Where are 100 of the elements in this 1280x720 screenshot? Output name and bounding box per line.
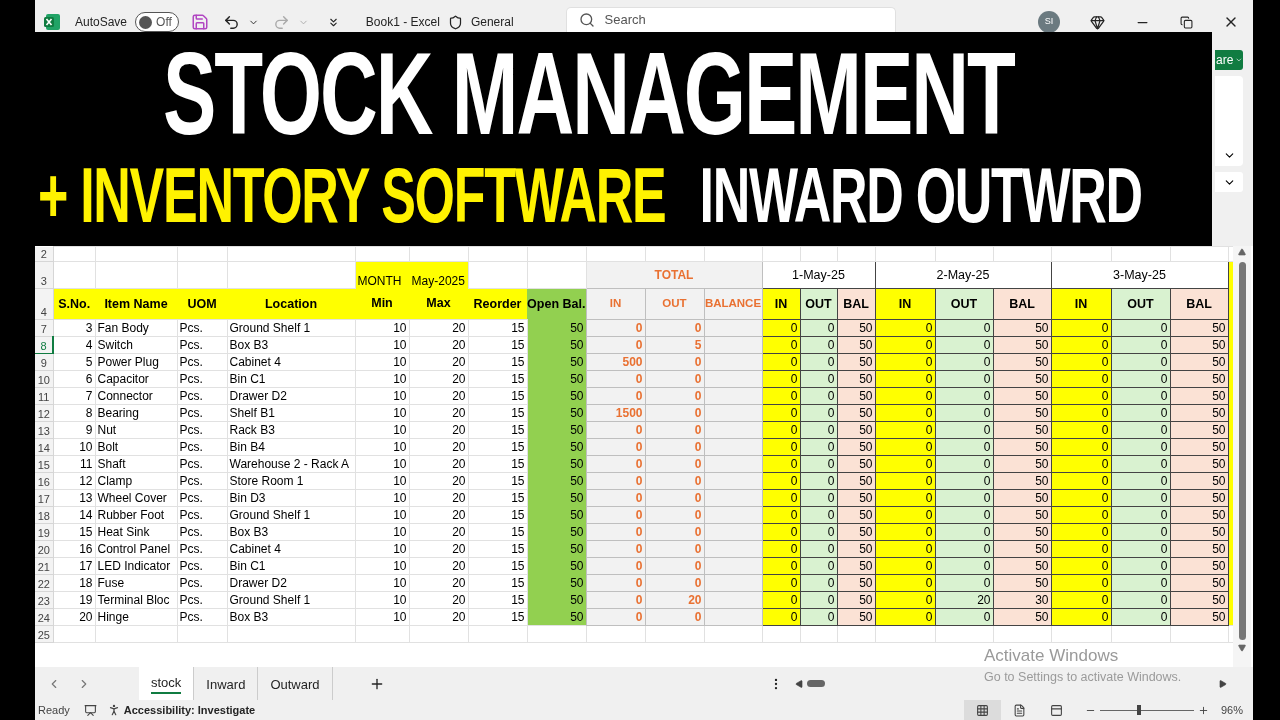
table-cell: 20: [409, 353, 468, 371]
scroll-left-icon[interactable]: [794, 679, 803, 688]
scroll-up-icon[interactable]: [1238, 248, 1246, 256]
table-cell: Switch: [95, 336, 177, 354]
table-cell: Terminal Bloc: [95, 591, 177, 609]
activation-notice-text: Go to Settings to activate Windows.: [984, 669, 1182, 685]
save-icon[interactable]: [190, 13, 209, 31]
row-header[interactable]: 4: [35, 288, 53, 320]
table-cell: Bin C1: [227, 370, 355, 388]
table-cell: Pcs.: [177, 455, 227, 473]
table-cell: 20: [409, 370, 468, 388]
table-cell: 6: [53, 370, 95, 388]
column-header: BAL: [1170, 288, 1228, 320]
table-cell: 12: [53, 472, 95, 490]
table-cell: 15: [468, 387, 527, 405]
date-header: 3-May-25: [1051, 261, 1228, 289]
accessibility-status[interactable]: Accessibility: Investigate: [123, 701, 256, 719]
table-cell: 10: [355, 353, 409, 371]
table-cell: 20: [409, 608, 468, 626]
column-header: Item Name: [95, 288, 177, 320]
table-cell: 20: [409, 574, 468, 592]
table-cell: 10: [355, 489, 409, 507]
table-cell: 20: [409, 455, 468, 473]
table-cell: Warehouse 2 - Rack A: [227, 455, 355, 473]
scroll-thumb[interactable]: [1238, 262, 1246, 640]
table-cell: 20: [409, 404, 468, 422]
table-cell: Bin B4: [227, 438, 355, 456]
date-header: 2-May-25: [875, 261, 1051, 289]
table-cell: 10: [355, 455, 409, 473]
table-cell: Pcs.: [177, 608, 227, 626]
table-cell: 20: [409, 489, 468, 507]
table-cell: Rack B3: [227, 421, 355, 439]
table-cell: 3: [53, 319, 95, 337]
table-cell: 10: [355, 370, 409, 388]
banner-subtitle: INWARD OUTWRD: [699, 155, 1142, 234]
table-cell: 10: [355, 591, 409, 609]
scroll-thumb[interactable]: [806, 680, 825, 687]
banner-subtitle: + INVENTORY SOFTWARE: [38, 155, 666, 234]
zoom-slider-thumb[interactable]: [1137, 705, 1142, 715]
table-cell: 20: [53, 608, 95, 626]
zoom-in-icon[interactable]: [1197, 704, 1209, 716]
formula-expand-button[interactable]: [1215, 172, 1243, 192]
table-cell: 15: [468, 455, 527, 473]
column-header: OUT: [1111, 288, 1170, 320]
table-cell: 15: [468, 489, 527, 507]
search-field[interactable]: Search: [565, 7, 896, 32]
table-cell: 17: [53, 557, 95, 575]
vertical-scrollbar[interactable]: [1233, 246, 1251, 667]
table-cell: 15: [468, 370, 527, 388]
table-cell: 10: [355, 421, 409, 439]
diamond-icon[interactable]: [1090, 14, 1105, 30]
column-header: IN: [1051, 288, 1111, 320]
table-cell: Fuse: [95, 574, 177, 592]
table-cell: 15: [468, 608, 527, 626]
table-cell: 20: [409, 506, 468, 524]
status-text: Ready: [38, 702, 70, 718]
table-cell: 15: [468, 472, 527, 490]
undo-icon[interactable]: [222, 13, 240, 31]
scroll-right-icon[interactable]: [1218, 679, 1227, 688]
table-cell: 20: [409, 319, 468, 337]
table-cell: 5: [53, 353, 95, 371]
user-avatar[interactable]: SI: [1038, 11, 1060, 33]
table-cell: Pcs.: [177, 404, 227, 422]
table-cell: Pcs.: [177, 574, 227, 592]
column-header: Location: [227, 288, 355, 320]
table-cell: 8: [53, 404, 95, 422]
table-cell: Bolt: [95, 438, 177, 456]
table-cell: 15: [468, 353, 527, 371]
scroll-down-icon[interactable]: [1238, 644, 1246, 652]
total-header: TOTAL: [586, 261, 762, 289]
table-cell: Capacitor: [95, 370, 177, 388]
zoom-level[interactable]: 96%: [1220, 701, 1243, 719]
row-header[interactable]: 2: [35, 246, 53, 262]
table-cell: Pcs.: [177, 523, 227, 541]
table-cell: 18: [53, 574, 95, 592]
table-cell: 16: [53, 540, 95, 558]
screen-icon[interactable]: [83, 703, 97, 717]
search-placeholder: Search: [604, 11, 646, 30]
autosave-toggle[interactable]: Off: [135, 12, 179, 32]
sheet-tab[interactable]: stock: [139, 667, 195, 700]
document-title: Book1 - Excel: [365, 14, 440, 31]
table-cell: Nut: [95, 421, 177, 439]
date-header: 1-May-25: [762, 261, 875, 289]
table-cell: 20: [409, 387, 468, 405]
table-cell: 15: [468, 591, 527, 609]
banner-title: STOCK MANAGEMENT: [163, 36, 1014, 153]
row-header[interactable]: 3: [35, 261, 53, 289]
table-cell: Bearing: [95, 404, 177, 422]
grid-icon[interactable]: [963, 700, 1001, 720]
table-cell: Pcs.: [177, 591, 227, 609]
table-cell: 15: [468, 404, 527, 422]
restore-icon[interactable]: [1180, 15, 1193, 29]
share-button[interactable]: are: [1215, 50, 1243, 70]
column-header: UOM: [177, 288, 227, 320]
table-cell: Bin C1: [227, 557, 355, 575]
table-cell: 15: [468, 523, 527, 541]
table-cell: Pcs.: [177, 540, 227, 558]
table-cell: Connector: [95, 387, 177, 405]
table-cell: Pcs.: [177, 387, 227, 405]
table-cell: 15: [53, 523, 95, 541]
